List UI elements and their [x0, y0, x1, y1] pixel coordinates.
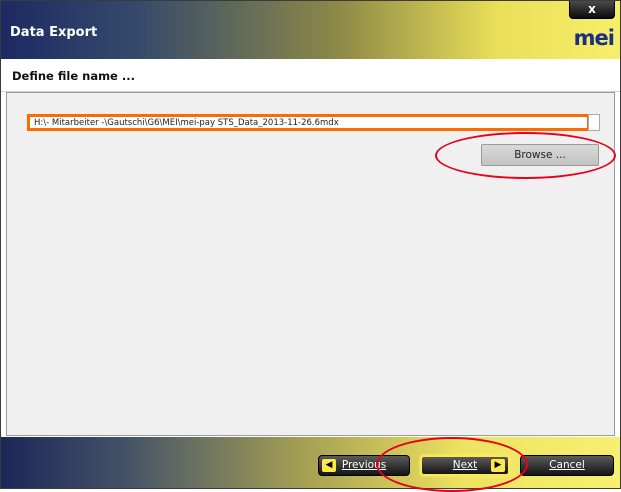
step-header: Define file name ... [1, 60, 620, 92]
close-button[interactable]: x [569, 1, 615, 19]
file-path-field-end [588, 114, 600, 131]
file-path-field[interactable] [27, 114, 590, 131]
window-header: Data Export mei x [1, 1, 620, 59]
chevron-left-icon: ◀ [322, 459, 336, 472]
cancel-button[interactable]: Cancel [520, 455, 614, 476]
cancel-button-label: Cancel [549, 459, 585, 471]
close-icon: x [588, 2, 596, 16]
mei-logo: mei [573, 26, 615, 50]
file-path-input[interactable] [30, 117, 587, 128]
next-button-label: Next [452, 459, 478, 471]
data-export-window: Data Export mei x Define file name ... B… [0, 0, 621, 492]
chevron-right-icon: ▶ [491, 459, 505, 472]
next-button[interactable]: Next ▶ [420, 455, 510, 476]
browse-button[interactable]: Browse ... [481, 144, 599, 166]
browse-button-label: Browse ... [514, 149, 566, 161]
window-title: Data Export [10, 25, 98, 40]
step-title: Define file name ... [12, 69, 135, 83]
previous-button-label: Previous [341, 459, 387, 471]
previous-button[interactable]: ◀ Previous [318, 455, 410, 476]
